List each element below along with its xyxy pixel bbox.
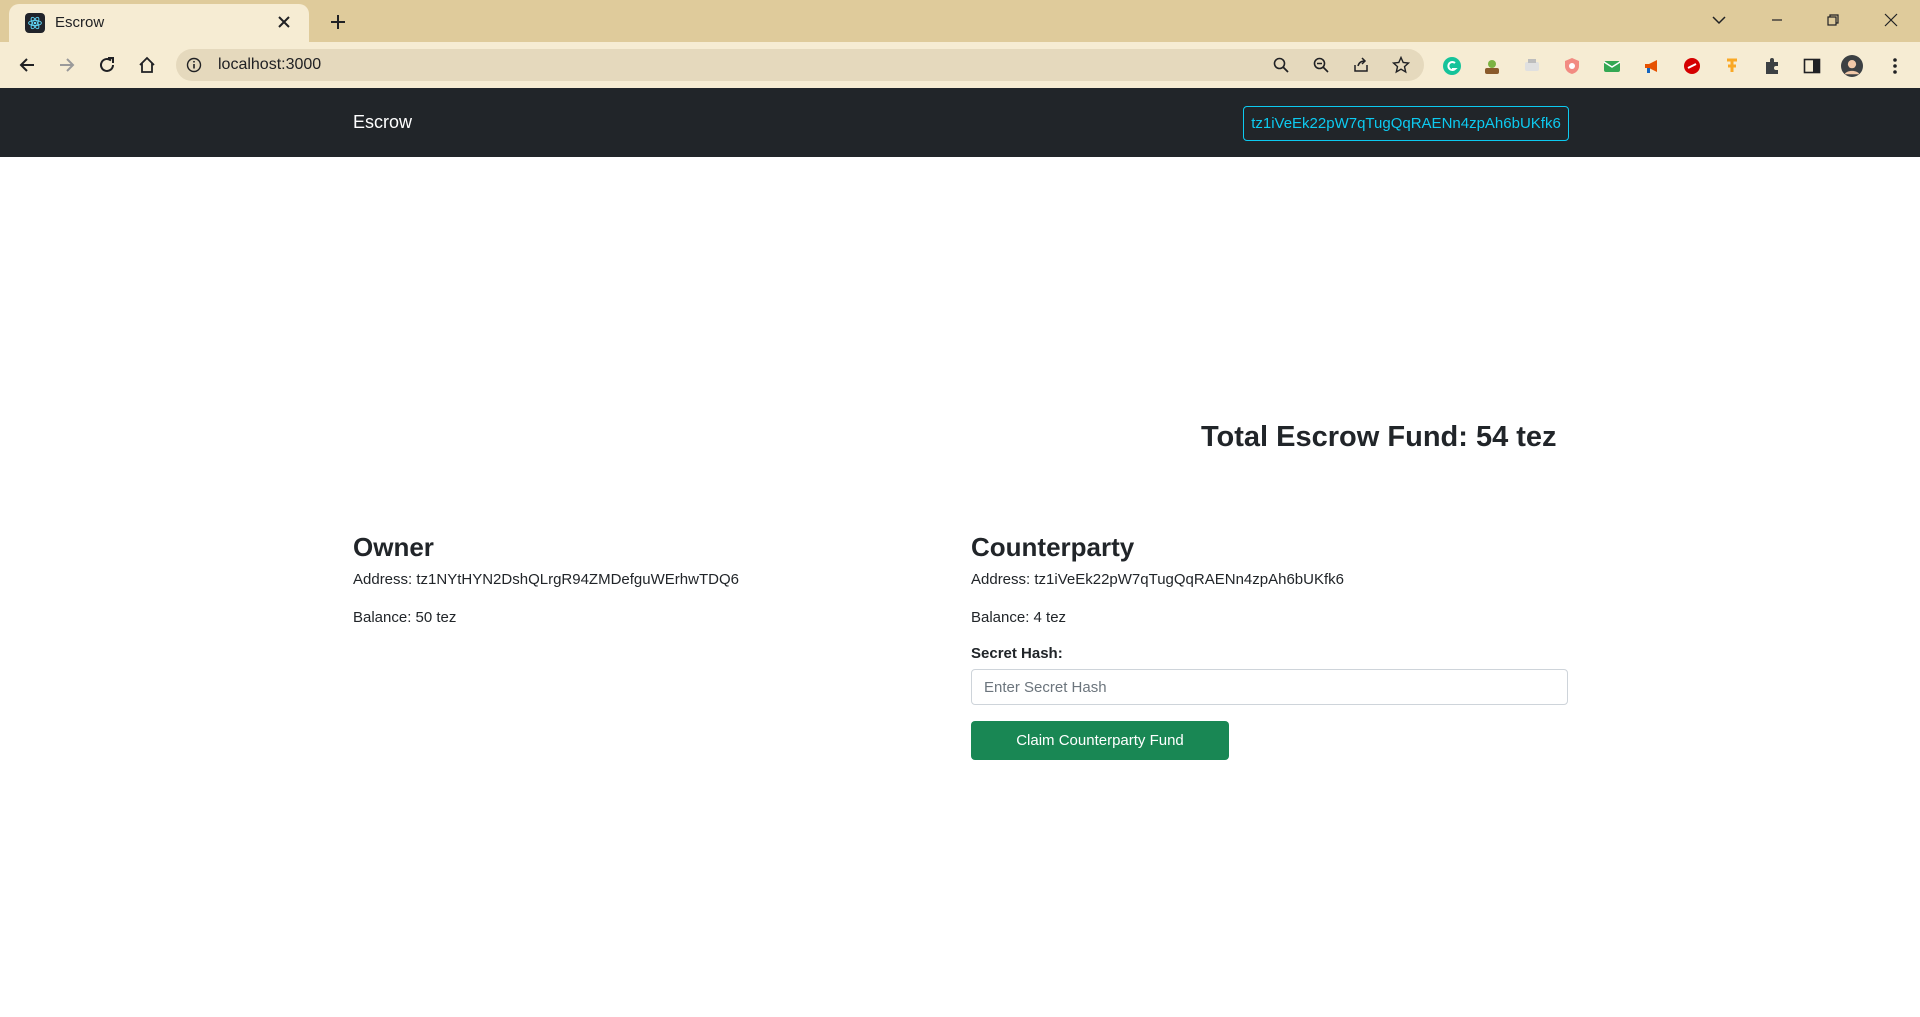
owner-section: Owner Address: tz1NYtHYN2DshQLrgR94ZMDef… <box>353 531 953 626</box>
navbar-brand[interactable]: Escrow <box>353 112 412 133</box>
address-bar[interactable]: localhost:3000 <box>176 49 1424 81</box>
red-extension-icon[interactable] <box>1681 55 1703 77</box>
wallet-address-button[interactable]: tz1iVeEk22pW7qTugQqRAENn4zpAh6bUKfk6 <box>1243 106 1569 141</box>
megaphone-extension-icon[interactable] <box>1641 55 1663 77</box>
sidebar-icon[interactable] <box>1801 55 1823 77</box>
forward-arrow-icon[interactable] <box>51 49 83 81</box>
mail-extension-icon[interactable] <box>1601 55 1623 77</box>
zoom-out-icon[interactable] <box>1309 53 1333 77</box>
react-favicon-icon <box>25 13 45 33</box>
close-icon[interactable] <box>273 11 295 33</box>
info-icon[interactable] <box>184 55 204 75</box>
owner-title: Owner <box>353 532 434 562</box>
kebab-menu-icon[interactable] <box>1884 55 1906 77</box>
star-icon[interactable] <box>1389 53 1413 77</box>
plus-icon[interactable] <box>324 8 352 36</box>
secret-hash-label: Secret Hash: <box>971 645 1063 662</box>
browser-tab-strip: Escrow <box>0 0 1920 42</box>
window-close-icon[interactable] <box>1876 6 1906 34</box>
puzzle-icon[interactable] <box>1761 55 1783 77</box>
search-icon[interactable] <box>1269 53 1293 77</box>
tab-title: Escrow <box>55 14 105 31</box>
browser-toolbar: localhost:3000 <box>0 42 1920 88</box>
url-text: localhost:3000 <box>218 56 322 73</box>
owner-address: Address: tz1NYtHYN2DshQLrgR94ZMDefguWErh… <box>353 571 739 588</box>
shield-extension-icon[interactable] <box>1561 55 1583 77</box>
total-escrow-fund: Total Escrow Fund: 54 tez <box>1201 421 1557 453</box>
minimize-icon[interactable] <box>1762 6 1792 34</box>
counterparty-balance: Balance: 4 tez <box>971 609 1067 626</box>
home-icon[interactable] <box>131 49 163 81</box>
app-navbar: Escrow tz1iVeEk22pW7qTugQqRAENn4zpAh6bUK… <box>0 88 1920 157</box>
grammarly-extension-icon[interactable] <box>1441 55 1463 77</box>
browser-tab-active[interactable]: Escrow <box>9 4 309 42</box>
print-extension-icon[interactable] <box>1521 55 1543 77</box>
restore-icon[interactable] <box>1818 6 1848 34</box>
counterparty-address: Address: tz1iVeEk22pW7qTugQqRAENn4zpAh6b… <box>971 571 1344 588</box>
owner-balance: Balance: 50 tez <box>353 609 457 626</box>
counterparty-title: Counterparty <box>971 532 1135 562</box>
reload-icon[interactable] <box>91 49 123 81</box>
counterparty-section: Counterparty Address: tz1iVeEk22pW7qTugQ… <box>971 531 1571 760</box>
avatar[interactable] <box>1841 55 1863 77</box>
tezos-extension-icon[interactable] <box>1721 55 1743 77</box>
chevron-down-icon[interactable] <box>1704 6 1734 34</box>
secret-hash-input[interactable] <box>971 669 1568 705</box>
plant-extension-icon[interactable] <box>1481 55 1503 77</box>
back-arrow-icon[interactable] <box>11 49 43 81</box>
share-icon[interactable] <box>1349 53 1373 77</box>
claim-counterparty-fund-button[interactable]: Claim Counterparty Fund <box>971 721 1229 760</box>
